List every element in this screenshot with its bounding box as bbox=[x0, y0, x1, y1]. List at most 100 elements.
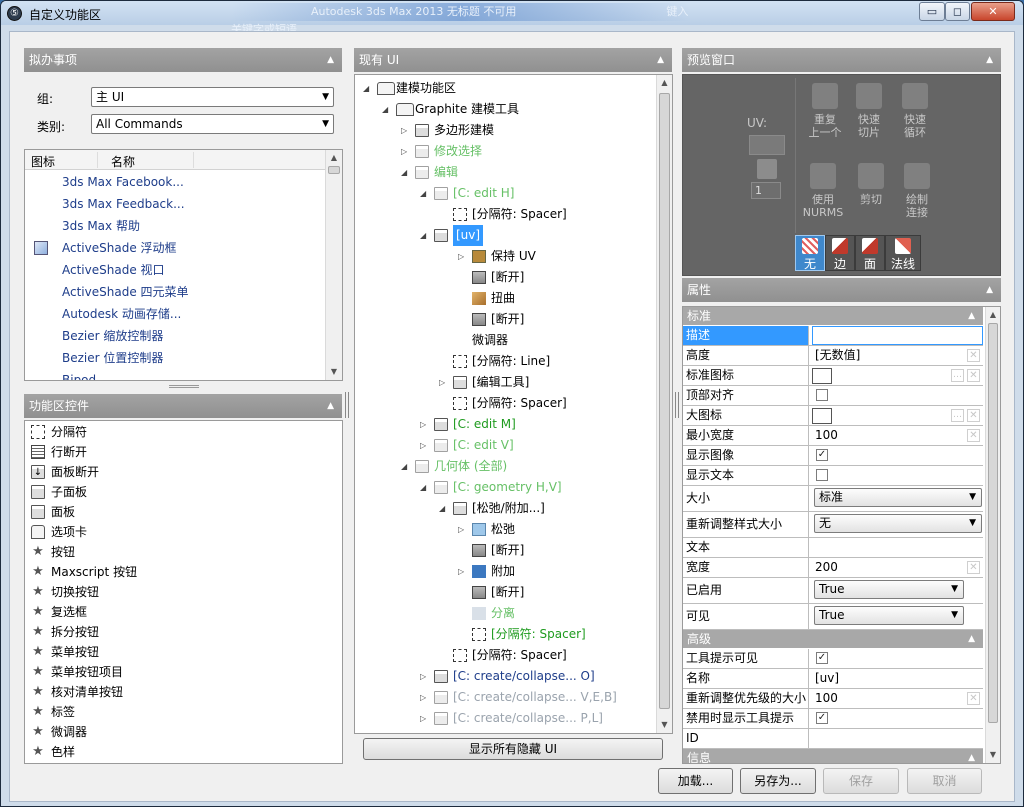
property-row[interactable]: 描述 bbox=[683, 326, 983, 346]
tree-node[interactable]: ▷ [C: create/collapse... O] bbox=[355, 666, 655, 687]
collapse-arrow-icon[interactable]: ▲ bbox=[986, 48, 993, 72]
tree-node[interactable]: ◢ [C: edit H] bbox=[355, 183, 655, 204]
property-value[interactable]: True ▼ bbox=[812, 604, 983, 629]
tree-node[interactable]: ◢ [松弛/附加...] bbox=[355, 498, 655, 519]
list-item[interactable]: ★ 微调器 bbox=[31, 722, 331, 742]
restore-button[interactable]: ◻ bbox=[945, 2, 970, 21]
commands-scrollbar[interactable]: ▲ ▼ bbox=[325, 150, 342, 380]
checkbox[interactable] bbox=[816, 389, 828, 401]
collapsed-arrow-icon[interactable]: ▷ bbox=[420, 729, 426, 733]
list-item[interactable]: Autodesk 动画存储... bbox=[25, 303, 323, 325]
column-icon[interactable]: 图标 bbox=[31, 153, 55, 170]
property-row[interactable]: 大小 标准 ▼ bbox=[683, 486, 983, 512]
list-item[interactable]: 3ds Max Facebook... bbox=[25, 171, 323, 193]
splitter-grip[interactable] bbox=[675, 392, 679, 418]
splitter-handle[interactable] bbox=[169, 385, 199, 388]
collapse-arrow-icon[interactable]: ▲ bbox=[657, 48, 664, 72]
expanded-arrow-icon[interactable]: ◢ bbox=[382, 99, 388, 120]
tree-node[interactable]: 分离 bbox=[355, 603, 655, 624]
collapsed-arrow-icon[interactable]: ▷ bbox=[420, 687, 426, 708]
tree-node[interactable]: [分隔符: Spacer] bbox=[355, 645, 655, 666]
save-button[interactable]: 保存 bbox=[823, 768, 899, 794]
expanded-arrow-icon[interactable]: ◢ bbox=[401, 162, 407, 183]
property-row[interactable]: 宽度 200 ✕ bbox=[683, 558, 983, 578]
property-value[interactable]: [uv] bbox=[812, 669, 983, 688]
property-value[interactable] bbox=[812, 538, 983, 557]
current-ui-header[interactable]: 现有 UI ▲ bbox=[354, 48, 672, 72]
tree-node[interactable]: [分隔符: Spacer] bbox=[355, 393, 655, 414]
collapsed-arrow-icon[interactable]: ▷ bbox=[439, 372, 445, 393]
load-button[interactable]: 加载... bbox=[658, 768, 733, 794]
checkbox[interactable]: ✓ bbox=[816, 652, 828, 664]
property-row[interactable]: 禁用时显示工具提示 ✓ bbox=[683, 709, 983, 729]
property-row[interactable]: 工具提示可见 ✓ bbox=[683, 649, 983, 669]
tree-node[interactable]: ▷ [C: create/collapse... P,L] bbox=[355, 708, 655, 729]
tree-scrollbar[interactable]: ▲ ▼ bbox=[656, 75, 672, 733]
collapsed-arrow-icon[interactable]: ▷ bbox=[458, 519, 464, 540]
collapsed-arrow-icon[interactable]: ▷ bbox=[458, 246, 464, 267]
color-swatch[interactable] bbox=[812, 408, 832, 424]
property-section-header[interactable]: 高级 ▲ bbox=[683, 630, 983, 648]
close-button[interactable]: ✕ bbox=[971, 2, 1015, 21]
collapse-arrow-icon[interactable]: ▲ bbox=[968, 749, 975, 763]
properties-header[interactable]: 属性 ▲ bbox=[682, 278, 1001, 302]
browse-button[interactable]: … bbox=[951, 369, 964, 382]
current-ui-tree[interactable]: ◢ 建模功能区 ◢ Graphite 建模工具 ▷ 多边形建模 ▷ 修改选择 ◢ 编辑 ◢ [C: e… bbox=[354, 74, 673, 734]
clear-icon[interactable]: ✕ bbox=[967, 409, 980, 422]
list-item[interactable]: Bipod bbox=[25, 369, 323, 380]
property-row[interactable]: 标准图标… ✕ bbox=[683, 366, 983, 386]
scroll-thumb[interactable] bbox=[328, 166, 340, 174]
list-item[interactable]: ★ 菜单按钮项目 bbox=[31, 662, 331, 682]
tree-node[interactable]: [断开] bbox=[355, 267, 655, 288]
property-value[interactable]: 无 ▼ bbox=[812, 512, 983, 537]
commands-list[interactable]: 图标 名称 3ds Max Facebook... 3ds Max Feedbac… bbox=[24, 149, 343, 381]
list-item[interactable]: ★ 按钮 bbox=[31, 542, 331, 562]
clear-icon[interactable]: ✕ bbox=[967, 692, 980, 705]
property-value[interactable]: 100 ✕ bbox=[812, 426, 983, 445]
list-item[interactable]: Bezier 缩放控制器 bbox=[25, 325, 323, 347]
scroll-up-icon[interactable]: ▲ bbox=[326, 150, 342, 166]
property-dropdown[interactable]: True ▼ bbox=[814, 606, 964, 625]
property-section-header[interactable]: 信息 ▲ bbox=[683, 749, 983, 763]
list-item[interactable]: ActiveShade 视口 bbox=[25, 259, 323, 281]
color-swatch[interactable] bbox=[812, 368, 832, 384]
property-row[interactable]: 顶部对齐 bbox=[683, 386, 983, 406]
property-row[interactable]: 名称 [uv] bbox=[683, 669, 983, 689]
expanded-arrow-icon[interactable]: ◢ bbox=[420, 225, 426, 246]
column-name[interactable]: 名称 bbox=[111, 153, 135, 170]
property-dropdown[interactable]: 无 ▼ bbox=[814, 514, 982, 533]
property-section-header[interactable]: 标准 ▲ bbox=[683, 307, 983, 325]
tree-node[interactable]: ◢ [uv] bbox=[355, 225, 655, 246]
tree-node[interactable]: ◢ 编辑 bbox=[355, 162, 655, 183]
property-value[interactable]: ✓ bbox=[812, 446, 983, 465]
scroll-down-icon[interactable]: ▼ bbox=[986, 747, 1000, 763]
list-item[interactable]: 行断开 bbox=[31, 442, 331, 462]
checkbox[interactable] bbox=[816, 469, 828, 481]
property-dropdown[interactable]: True ▼ bbox=[814, 580, 964, 599]
list-item[interactable]: Bezier 位置控制器 bbox=[25, 347, 323, 369]
property-row[interactable]: 显示图像 ✓ bbox=[683, 446, 983, 466]
list-item[interactable]: 3ds Max Feedback... bbox=[25, 193, 323, 215]
collapsed-arrow-icon[interactable]: ▷ bbox=[420, 414, 426, 435]
properties-scrollbar[interactable]: ▲ ▼ bbox=[985, 307, 1000, 763]
tree-node[interactable]: ◢ 几何体 (全部) bbox=[355, 456, 655, 477]
checkbox[interactable]: ✓ bbox=[816, 712, 828, 724]
scroll-thumb[interactable] bbox=[988, 323, 998, 723]
cancel-button[interactable]: 取消 bbox=[907, 768, 982, 794]
property-row[interactable]: 重新调整样式大小无 ▼ bbox=[683, 512, 983, 538]
list-item[interactable]: ★ 切换按钮 bbox=[31, 582, 331, 602]
category-select[interactable]: All Commands ▼ bbox=[91, 114, 334, 134]
tree-node[interactable]: ▷ [C: create/collapse... V,E,B] bbox=[355, 687, 655, 708]
controls-list[interactable]: 分隔符 行断开 ↓ 面板断开 子面板 面板 选项卡 ★ 按钮 ★ Maxscript 按钮 ★ 切换按钮… bbox=[24, 420, 343, 764]
tree-node[interactable]: [分隔符: Spacer] bbox=[355, 204, 655, 225]
group-select[interactable]: 主 UI ▼ bbox=[91, 87, 334, 107]
expanded-arrow-icon[interactable]: ◢ bbox=[401, 456, 407, 477]
property-row[interactable]: 文本 bbox=[683, 538, 983, 558]
property-value[interactable]: 200 ✕ bbox=[812, 558, 983, 577]
clear-icon[interactable]: ✕ bbox=[967, 561, 980, 574]
clear-icon[interactable]: ✕ bbox=[967, 369, 980, 382]
collapsed-arrow-icon[interactable]: ▷ bbox=[420, 708, 426, 729]
preview-header[interactable]: 预览窗口 ▲ bbox=[682, 48, 1001, 72]
list-item[interactable]: ★ 色样 bbox=[31, 742, 331, 762]
tree-node[interactable]: ▷ 修改选择 bbox=[355, 141, 655, 162]
